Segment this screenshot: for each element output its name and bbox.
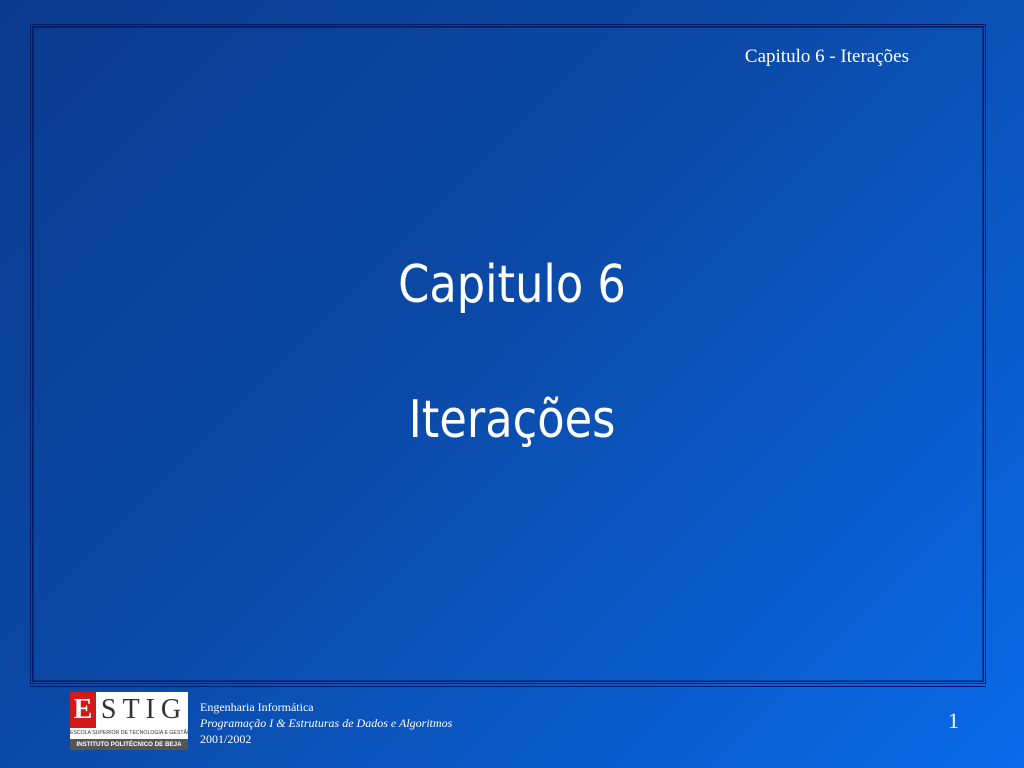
estig-logo: E STIG ESCOLA SUPERIOR DE TECNOLOGIA E G…	[70, 692, 188, 750]
logo-letter-e: E	[70, 692, 96, 728]
page-number: 1	[948, 708, 959, 733]
slide-frame	[30, 24, 986, 684]
footer-year: 2001/2002	[200, 732, 252, 746]
footer-divider	[30, 686, 986, 687]
logo-wordmark: E STIG	[70, 692, 188, 728]
footer-course: Programação I & Estruturas de Dados e Al…	[200, 716, 453, 730]
slide-subtitle: Iterações	[408, 390, 616, 450]
footer-department: Engenharia Informática	[200, 700, 314, 714]
logo-school-name: ESCOLA SUPERIOR DE TECNOLOGIA E GESTÃO	[70, 730, 188, 736]
logo-letters-stig: STIG	[96, 692, 188, 728]
slide-header: Capitulo 6 - Iterações	[744, 46, 909, 67]
logo-institute-name: INSTITUTO POLITÉCNICO DE BEJA	[70, 739, 188, 750]
slide-footer: Engenharia Informática Programação I & E…	[200, 699, 452, 747]
slide-title: Capitulo 6	[398, 255, 626, 315]
